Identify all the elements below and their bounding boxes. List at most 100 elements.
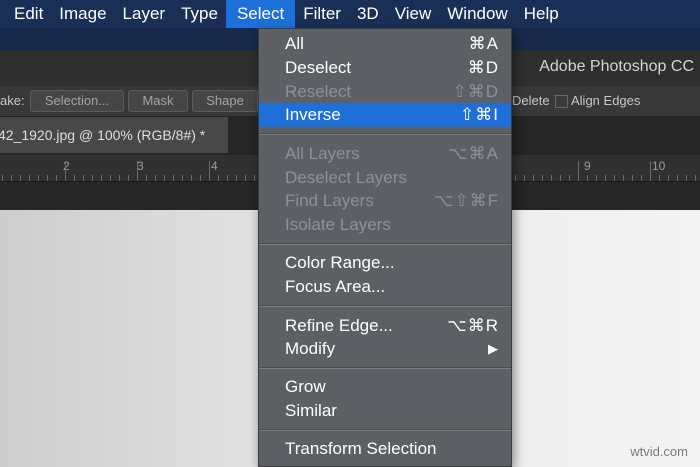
menu-item-deselect-layers: Deselect Layers [259,166,511,190]
menu-filter[interactable]: Filter [295,0,349,28]
menu-item-label: Refine Edge... [285,316,393,335]
ruler-tick [74,175,75,181]
menu-item-label: Find Layers [285,191,374,210]
menu-item-modify[interactable]: Modify ▶ [259,337,511,361]
ruler-tick [641,175,642,181]
menu-item-similar[interactable]: Similar [259,399,511,423]
ruler-label: 4 [211,159,218,173]
ruler-tick [155,175,156,181]
menu-item-deselect[interactable]: Deselect ⌘D [259,56,511,80]
ruler-tick [542,175,543,181]
ruler-tick [173,175,174,181]
ruler-tick [632,175,633,181]
ruler-tick [578,161,579,181]
menu-item-shortcut: ⇧⌘I [460,105,499,124]
ruler-tick [551,175,552,181]
watermark: wtvid.com [630,444,688,459]
menu-item-label: All [285,34,304,53]
menu-separator [259,429,511,431]
ruler-tick [236,175,237,181]
menu-item-transform-selection[interactable]: Transform Selection [259,437,511,461]
ruler-tick [11,175,12,181]
ruler-tick [56,175,57,181]
menu-item-label: All Layers [285,144,360,163]
ruler-tick [560,175,561,181]
make-label: ake: [0,93,25,108]
ruler-tick [83,175,84,181]
ruler-tick [569,175,570,181]
ruler-tick [605,175,606,181]
ruler-tick [650,161,651,181]
menu-item-shortcut: ⌥⇧⌘F [433,191,499,210]
menu-3d[interactable]: 3D [349,0,387,28]
ruler-tick [227,175,228,181]
ruler-tick [245,175,246,181]
menu-item-shortcut: ⌘D [467,58,499,77]
ruler-tick [38,175,39,181]
ruler-tick [515,175,516,181]
menu-item-color-range[interactable]: Color Range... [259,251,511,275]
menu-image[interactable]: Image [51,0,114,28]
align-edges-label: Align Edges [571,93,641,108]
align-edges-checkbox[interactable] [555,95,568,108]
menu-separator [259,133,511,135]
menu-separator [259,305,511,307]
make-shape-button[interactable]: Shape [192,90,258,112]
menu-item-all[interactable]: All ⌘A [259,32,511,56]
ruler-tick [128,175,129,181]
submenu-arrow-icon: ▶ [488,341,499,356]
menu-item-label: Reselect [285,82,352,101]
menu-layer[interactable]: Layer [115,0,174,28]
ruler-tick [254,175,255,181]
ruler-tick [623,175,624,181]
menu-item-shortcut: ⌥⌘A [448,144,499,163]
menu-item-label: Similar [285,401,337,420]
ruler-tick [686,175,687,181]
menu-type[interactable]: Type [173,0,226,28]
menu-separator [259,243,511,245]
menu-item-label: Inverse [285,105,341,124]
ruler-tick [524,175,525,181]
ruler-tick [587,175,588,181]
ruler-tick [101,175,102,181]
menu-item-inverse[interactable]: Inverse ⇧⌘I [259,103,511,127]
document-tab-title: 42_1920.jpg @ 100% (RGB/8#) * [0,127,206,143]
make-mask-button[interactable]: Mask [128,90,188,112]
ruler-label: 2 [63,159,70,173]
ruler-tick [47,175,48,181]
document-tab[interactable]: 42_1920.jpg @ 100% (RGB/8#) * [0,117,228,153]
menu-item-shortcut: ⌥⌘R [447,316,499,335]
menu-separator [259,367,511,369]
menu-edit[interactable]: Edit [6,0,51,28]
menu-item-focus-area[interactable]: Focus Area... [259,275,511,299]
menu-item-label: Modify [285,339,336,358]
menu-item-label: Color Range... [285,253,395,272]
menu-item-find-layers: Find Layers ⌥⇧⌘F [259,189,511,213]
ruler-tick [65,161,66,181]
menu-select[interactable]: Select [225,0,296,28]
ruler-tick [191,175,192,181]
menu-help[interactable]: Help [516,0,567,28]
app-title: Adobe Photoshop CC [539,58,694,75]
menu-item-shortcut: ⇧⌘D [452,82,499,101]
ruler-tick [695,175,696,181]
ruler-tick [533,175,534,181]
ruler-tick [659,175,660,181]
menu-item-all-layers: All Layers ⌥⌘A [259,142,511,166]
ruler-tick [596,175,597,181]
menu-item-reselect: Reselect ⇧⌘D [259,80,511,104]
ruler-label: 9 [584,159,591,173]
menu-item-label: Grow [285,377,326,396]
ruler-tick [2,175,3,181]
menu-item-grow[interactable]: Grow [259,375,511,399]
ruler-tick [614,175,615,181]
make-selection-button[interactable]: Selection... [30,90,124,112]
ruler-label: 3 [137,159,144,173]
menu-item-refine-edge[interactable]: Refine Edge... ⌥⌘R [259,314,511,338]
menu-bar: Edit Image Layer Type Select Filter 3D V… [0,0,700,28]
ruler-tick [92,175,93,181]
menu-view[interactable]: View [387,0,440,28]
ruler-tick [110,175,111,181]
menu-window[interactable]: Window [439,0,515,28]
ruler-tick [668,175,669,181]
